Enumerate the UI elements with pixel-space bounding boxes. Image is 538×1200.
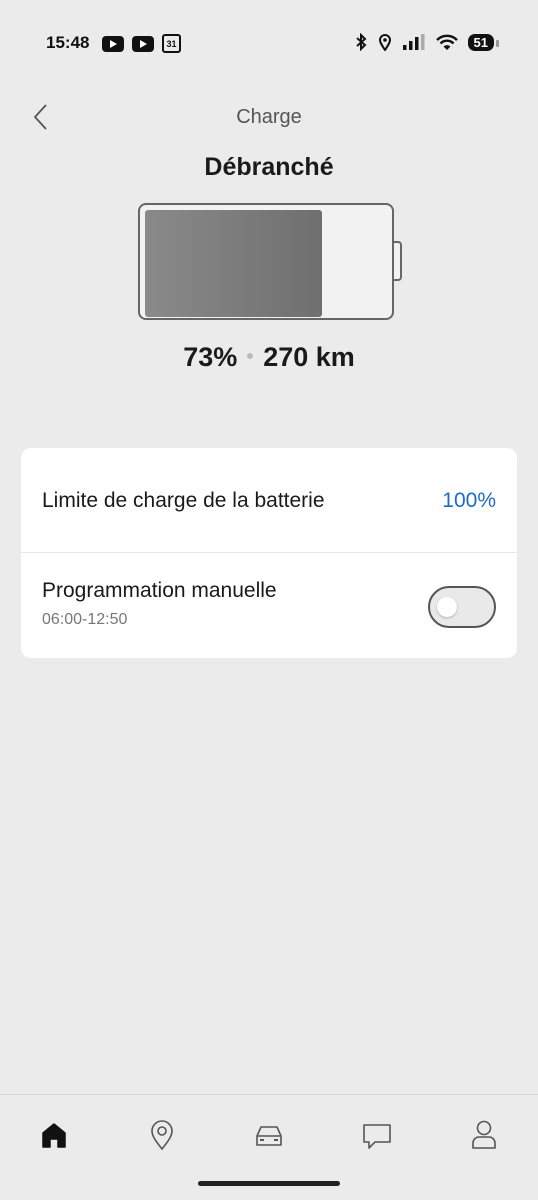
- charge-limit-row[interactable]: Limite de charge de la batterie 100%: [21, 448, 517, 553]
- bluetooth-icon: [355, 33, 366, 51]
- battery-stats: 73% 270 km: [0, 342, 538, 373]
- wifi-icon: [435, 34, 458, 50]
- car-icon: [256, 1126, 282, 1146]
- battery-graphic: [138, 203, 402, 320]
- page-title: Charge: [236, 106, 302, 128]
- battery-range: 270 km: [263, 342, 355, 372]
- phone-battery-icon: 51: [467, 33, 500, 51]
- nav-profile[interactable]: [464, 1115, 504, 1155]
- status-bar: 15:48 31 51: [0, 0, 538, 90]
- charging-state: Débranché: [204, 153, 334, 181]
- nav-map[interactable]: [142, 1115, 182, 1155]
- profile-icon: [472, 1120, 496, 1149]
- separator-dot: [247, 352, 254, 359]
- chat-icon: [363, 1124, 391, 1149]
- calendar-icon: 31: [162, 34, 181, 53]
- toggle-knob: [437, 597, 457, 617]
- youtube-icon: [132, 35, 154, 52]
- notification-icons: 31: [102, 34, 181, 53]
- system-icons: 51: [354, 33, 500, 51]
- battery-fill: [145, 210, 322, 317]
- location-pin-icon: [151, 1120, 173, 1151]
- charge-screen: 15:48 31 51 Charge Débranché 73% 270 km …: [0, 0, 538, 1200]
- nav-messages[interactable]: [357, 1115, 397, 1155]
- battery-tip: [394, 241, 402, 281]
- youtube-icon: [102, 35, 124, 52]
- location-icon: [378, 34, 391, 51]
- charge-settings-card: Limite de charge de la batterie 100% Pro…: [21, 448, 517, 658]
- manual-schedule-row[interactable]: Programmation manuelle 06:00-12:50: [21, 553, 517, 658]
- nav-vehicle[interactable]: [249, 1115, 289, 1155]
- manual-schedule-label: Programmation manuelle: [42, 579, 277, 602]
- manual-schedule-toggle[interactable]: [428, 586, 496, 628]
- battery-body: [138, 203, 394, 320]
- charge-limit-value[interactable]: 100%: [442, 489, 496, 513]
- status-time: 15:48: [46, 33, 90, 52]
- home-icon: [42, 1123, 66, 1148]
- battery-percent: 73%: [183, 342, 238, 372]
- home-indicator[interactable]: [198, 1181, 340, 1186]
- manual-schedule-time: 06:00-12:50: [42, 611, 128, 628]
- charge-limit-label: Limite de charge de la batterie: [42, 489, 325, 512]
- nav-home[interactable]: [34, 1115, 74, 1155]
- signal-icon: [402, 34, 425, 50]
